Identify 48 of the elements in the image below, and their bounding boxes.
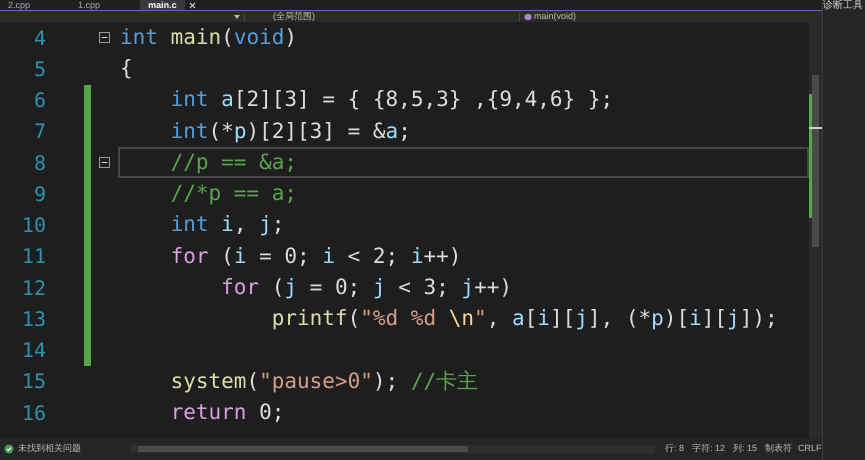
file-tab[interactable]: main.c xyxy=(140,0,185,10)
line-number: 5 xyxy=(32,56,46,83)
close-icon[interactable] xyxy=(188,2,196,8)
line-number: 7 xyxy=(32,118,46,146)
scope-dropdown[interactable]: (全局范围) xyxy=(245,12,520,22)
member-dropdown[interactable]: main(void) xyxy=(520,12,822,22)
line-number: 16 xyxy=(20,400,46,427)
line-number: 15 xyxy=(20,368,46,396)
vertical-scrollbar[interactable] xyxy=(809,22,822,438)
code-line: { xyxy=(119,55,134,82)
line-number: 12 xyxy=(20,274,46,302)
line-number: 13 xyxy=(20,306,46,333)
scrollbar-thumb[interactable] xyxy=(138,446,468,452)
file-tab[interactable]: 1.cpp xyxy=(70,0,108,10)
dropdown-caret-icon xyxy=(234,14,240,18)
indent-mode[interactable]: 制表符 xyxy=(765,442,792,456)
line-number: 14 xyxy=(20,337,46,364)
line-ending[interactable]: CRLF xyxy=(798,442,822,456)
code-line: printf("%d %d \n", a[i][j], (*p)[i][j]); xyxy=(270,305,779,332)
code-line: for (j = 0; j < 3; j++) xyxy=(220,274,513,301)
line-number: 10 xyxy=(20,212,46,240)
code-line: for (i = 0; i < 2; i++) xyxy=(170,242,462,270)
code-line: //*p == a; xyxy=(170,180,298,208)
scope-label: (全局范围) xyxy=(273,12,315,21)
line-number: 4 xyxy=(32,24,46,52)
line-number: 6 xyxy=(32,87,46,114)
horizontal-scrollbar[interactable] xyxy=(130,445,655,453)
column-indicator: 列: 15 xyxy=(733,442,758,456)
caret-position-marker xyxy=(809,127,822,129)
line-number: 8 xyxy=(32,150,46,177)
line-number: 9 xyxy=(32,180,46,208)
status-ok-icon xyxy=(4,444,14,454)
code-line: int i, j; xyxy=(170,211,286,238)
code-line: system("pause>0"); //卡主 xyxy=(170,368,480,395)
collapse-icon[interactable] xyxy=(99,157,110,168)
issues-status[interactable]: 未找到相关问题 xyxy=(18,442,118,456)
line-indicator: 行: 8 xyxy=(665,442,684,456)
file-tab[interactable]: 2.cpp xyxy=(0,0,38,10)
scrollbar-thumb[interactable] xyxy=(812,75,819,247)
code-line: int a[2][3] = { {8,5,3} ,{9,4,6} }; xyxy=(170,86,614,114)
member-label: main(void) xyxy=(534,12,576,21)
line-number: 11 xyxy=(20,243,46,270)
char-indicator: 字符: 12 xyxy=(692,442,726,456)
code-line: int(*p)[2][3] = &a; xyxy=(170,118,412,145)
code-line: int main(void) xyxy=(119,24,298,51)
collapse-icon[interactable] xyxy=(99,32,110,44)
panel-title: 诊断工具 xyxy=(823,0,864,11)
code-line: return 0; xyxy=(170,398,286,426)
